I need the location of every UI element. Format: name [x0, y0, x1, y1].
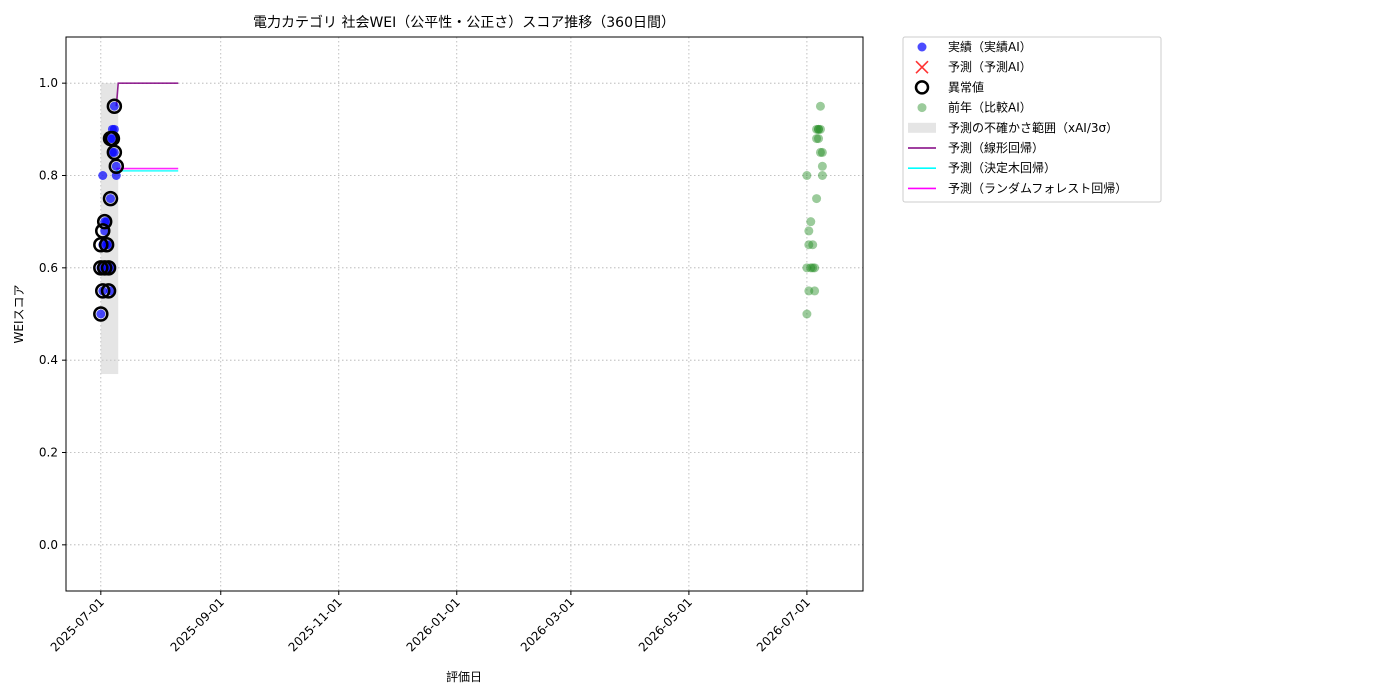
y-tick-label: 0.0 — [39, 538, 58, 552]
previous-year-point — [802, 309, 812, 319]
previous-year-point — [812, 194, 822, 204]
actual-point — [111, 161, 121, 171]
forecast-line — [115, 82, 179, 107]
chart-title: 電力カテゴリ 社会WEI（公平性・公正さ）スコア推移（360日間） — [253, 14, 675, 31]
y-tick-label: 1.0 — [39, 76, 58, 90]
previous-year-point — [817, 161, 827, 171]
previous-year-point — [810, 263, 820, 273]
forecast-lines-layer — [115, 82, 179, 172]
legend-marker — [917, 42, 927, 52]
x-tick-label: 2026-07-01 — [754, 595, 813, 654]
legend-label: 予測（予測AI） — [948, 60, 1032, 74]
y-axis-ticks: 0.0 0.2 0.4 0.6 0.8 1.0 — [39, 76, 66, 552]
previous-year-point — [817, 171, 827, 180]
actual-point — [98, 171, 108, 180]
legend-label: 実績（実績AI） — [948, 39, 1032, 54]
data-points-layer — [93, 98, 827, 322]
x-tick-label: 2026-03-01 — [518, 595, 577, 654]
previous-year-point — [814, 134, 824, 144]
legend-label: 予測（決定木回帰） — [948, 160, 1056, 175]
previous-year-point — [802, 171, 812, 180]
y-tick-label: 0.6 — [39, 261, 58, 275]
previous-year-point — [804, 226, 814, 236]
previous-year-point — [815, 101, 825, 111]
legend-label: 予測の不確かさ範囲（xAI/3σ） — [948, 120, 1118, 135]
actual-point — [96, 309, 106, 319]
previous-year-point — [808, 240, 818, 250]
plot-area-frame — [65, 36, 864, 592]
x-tick-label: 2025-09-01 — [168, 595, 227, 654]
legend-label: 予測（ランダムフォレスト回帰） — [948, 180, 1127, 195]
previous-year-point — [810, 286, 820, 296]
y-tick-label: 0.4 — [39, 353, 58, 367]
legend-label: 前年（比較AI） — [948, 100, 1032, 115]
actual-point — [109, 101, 119, 111]
x-tick-label: 2025-11-01 — [286, 595, 345, 654]
chart: 電力カテゴリ 社会WEI（公平性・公正さ）スコア推移（360日間） 2025-0… — [12, 14, 1162, 684]
legend-marker — [908, 122, 936, 133]
legend-frame — [902, 36, 1162, 203]
previous-year-point — [806, 217, 816, 227]
y-axis-label: WEIスコア — [12, 285, 26, 344]
x-tick-label: 2025-07-01 — [48, 595, 107, 654]
actual-point — [105, 194, 115, 204]
x-axis-ticks: 2025-07-01 2025-09-01 2025-11-01 2026-01-01… — [48, 591, 813, 654]
previous-year-point — [817, 147, 827, 157]
legend-label: 異常値 — [948, 79, 984, 94]
legend: 実績（実績AI） 予測（予測AI） 異常値前年（比較AI） 予測の不確かさ範囲（xAI… — [902, 36, 1162, 203]
x-axis-label: 評価日 — [446, 669, 482, 684]
x-tick-label: 2026-01-01 — [404, 595, 463, 654]
x-tick-label: 2026-05-01 — [636, 595, 695, 654]
y-tick-label: 0.2 — [39, 446, 58, 460]
legend-label: 予測（線形回帰） — [948, 140, 1044, 155]
legend-marker — [917, 103, 927, 113]
y-tick-label: 0.8 — [39, 169, 58, 183]
actual-point — [109, 147, 119, 157]
grid-lines — [66, 37, 863, 591]
previous-year-point — [815, 124, 825, 134]
